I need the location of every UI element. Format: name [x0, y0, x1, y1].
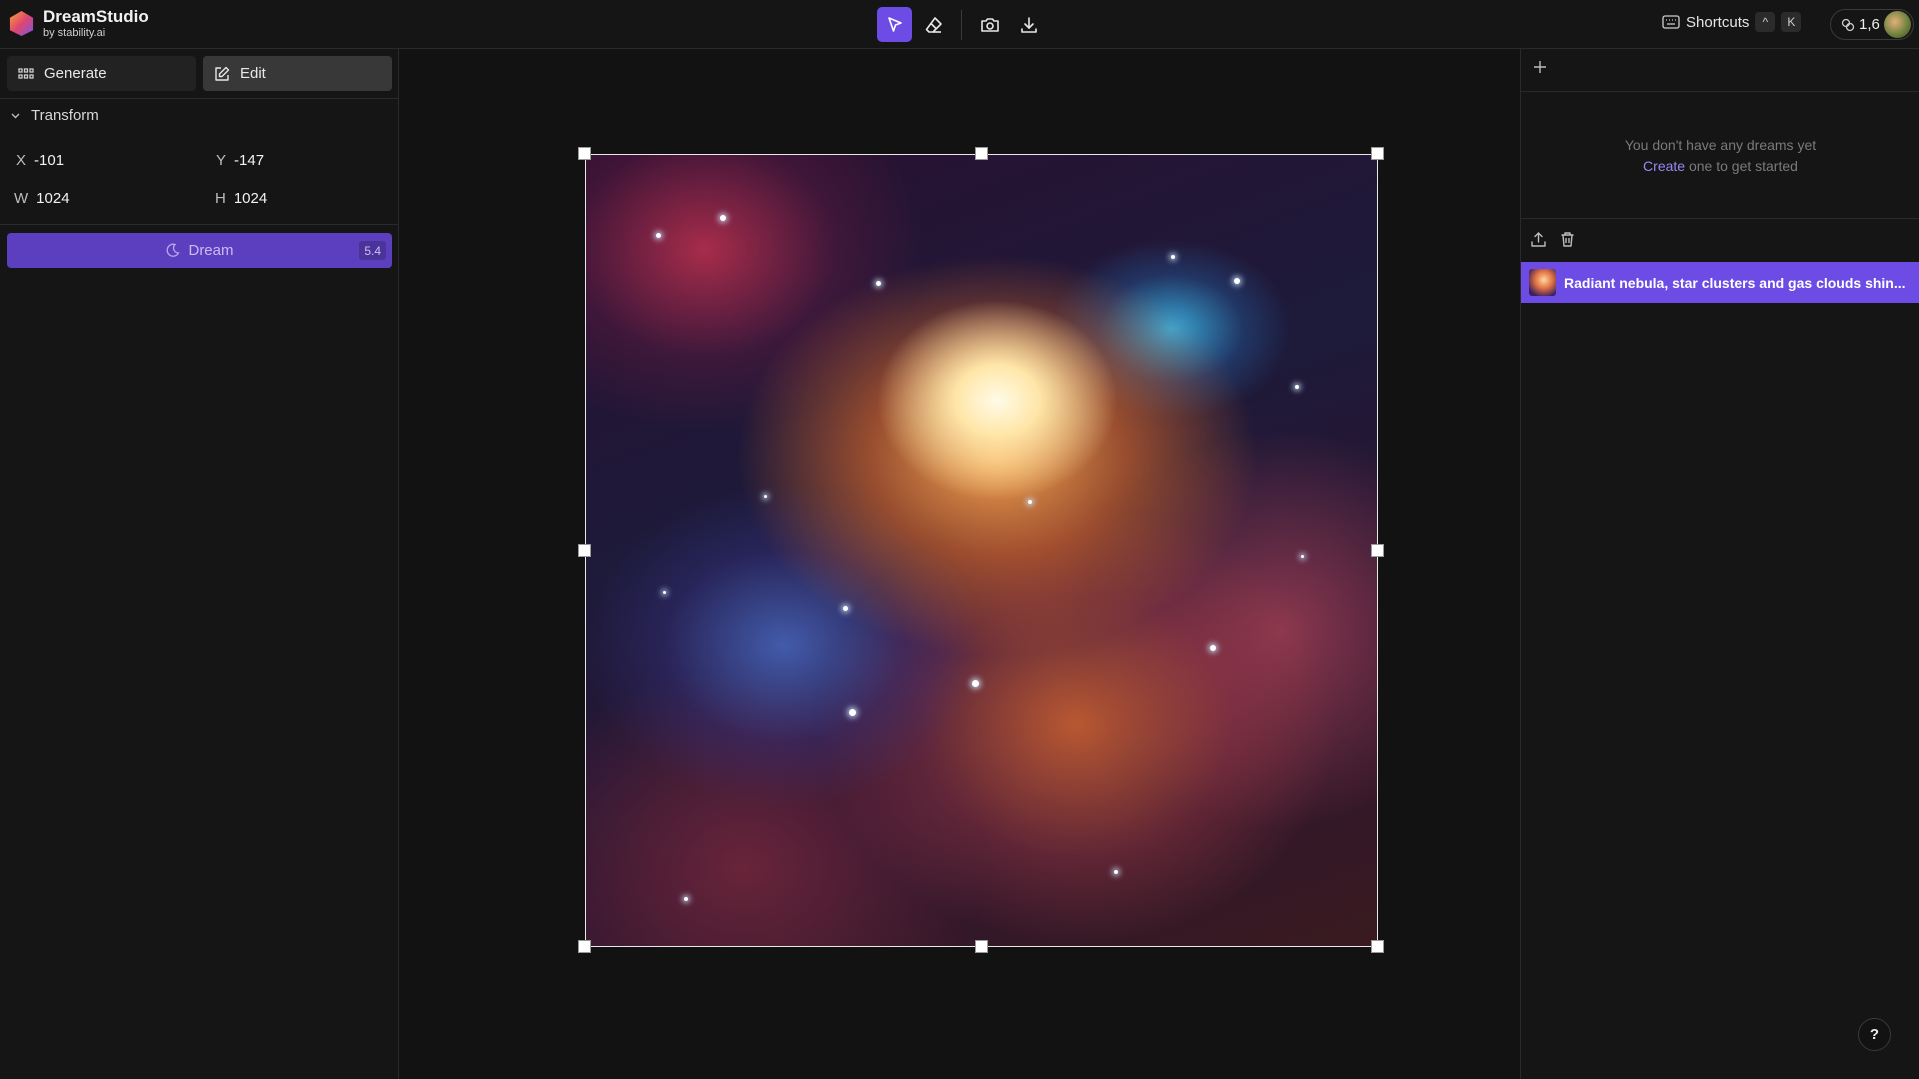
y-field[interactable]: Y -147	[216, 152, 264, 169]
image-star	[972, 680, 979, 687]
download-button[interactable]	[1011, 7, 1046, 42]
image-star	[849, 709, 856, 716]
plus-icon	[1534, 61, 1546, 73]
right-panel: You don't have any dreams yet Create one…	[1520, 49, 1919, 1079]
help-label: ?	[1869, 1026, 1880, 1043]
create-link[interactable]: Create	[1643, 158, 1685, 174]
empty-line-1: You don't have any dreams yet	[1624, 137, 1817, 153]
image-star	[1028, 500, 1032, 504]
resize-handle-bottom[interactable]	[975, 940, 988, 953]
image-star	[663, 591, 666, 594]
resize-handle-top-right[interactable]	[1371, 147, 1384, 160]
trash-icon	[1561, 232, 1574, 247]
delete-button[interactable]	[1558, 230, 1577, 249]
transform-section-toggle[interactable]: Transform	[10, 107, 99, 124]
resize-handle-top[interactable]	[975, 147, 988, 160]
list-item[interactable]: Radiant nebula, star clusters and gas cl…	[1521, 262, 1919, 303]
panel-divider	[0, 224, 399, 225]
toolbar-divider	[961, 9, 962, 40]
image-star	[1171, 255, 1175, 259]
left-panel: Generate Edit Transform X -101 Y -147 W …	[0, 49, 399, 1079]
grid-icon	[18, 67, 34, 79]
w-label: W	[14, 190, 29, 207]
chevron-down-icon	[11, 113, 20, 119]
section-title: Transform	[31, 107, 99, 124]
dream-cost-badge: 5.4	[359, 241, 386, 260]
dream-thumbnail	[1529, 269, 1556, 296]
empty-dreams-message: You don't have any dreams yet Create one…	[1521, 135, 1919, 177]
dream-button-label: Dream	[188, 242, 234, 259]
image-star	[1301, 555, 1304, 558]
shortcuts-button[interactable]: Shortcuts ^ K	[1662, 12, 1802, 32]
dream-button[interactable]: Dream 5.4	[7, 233, 392, 268]
image-star	[720, 215, 726, 221]
resize-handle-top-left[interactable]	[578, 147, 591, 160]
dream-actions	[1529, 230, 1577, 249]
image-star	[764, 495, 767, 498]
panel-divider	[0, 98, 399, 99]
image-star	[1234, 278, 1240, 284]
x-field[interactable]: X -101	[16, 152, 64, 169]
credits-icon	[1841, 18, 1855, 31]
download-icon	[1020, 16, 1037, 33]
x-label: X	[16, 152, 27, 169]
x-value: -101	[34, 152, 65, 169]
upload-icon	[1531, 232, 1546, 247]
mode-tabs: Generate Edit	[7, 56, 392, 91]
add-dream-button[interactable]	[1529, 57, 1551, 79]
user-avatar[interactable]	[1884, 11, 1911, 38]
camera-icon	[980, 17, 999, 32]
height-field[interactable]: H 1024	[215, 190, 267, 207]
panel-divider	[1521, 218, 1919, 219]
image-star	[1114, 870, 1118, 874]
help-button[interactable]: ?	[1858, 1018, 1891, 1051]
image-star	[1210, 645, 1216, 651]
tab-generate[interactable]: Generate	[7, 56, 196, 91]
w-value: 1024	[36, 190, 70, 207]
select-tool-button[interactable]	[877, 7, 912, 42]
moon-icon	[167, 243, 181, 257]
snapshot-button[interactable]	[972, 7, 1007, 42]
app-subtitle: by stability.ai	[43, 26, 106, 39]
image-star	[684, 897, 688, 901]
image-star	[876, 281, 881, 286]
eraser-icon	[925, 16, 942, 33]
image-star	[1295, 385, 1299, 389]
top-bar: DreamStudio by stability.ai Shortcuts ^ …	[0, 0, 1919, 49]
image-star	[843, 606, 848, 611]
shortcut-key-ctrl: ^	[1755, 12, 1776, 32]
canvas-tools	[877, 7, 1046, 42]
eraser-tool-button[interactable]	[916, 7, 951, 42]
dream-item-title: Radiant nebula, star clusters and gas cl…	[1564, 274, 1906, 291]
shortcuts-label: Shortcuts	[1686, 13, 1750, 31]
nebula-image[interactable]	[585, 154, 1378, 947]
y-label: Y	[216, 152, 227, 169]
empty-line-2: one to get started	[1685, 158, 1798, 174]
panel-divider	[1521, 91, 1919, 92]
app-title: DreamStudio	[43, 7, 149, 26]
resize-handle-bottom-right[interactable]	[1371, 940, 1384, 953]
tab-edit-label: Edit	[240, 65, 266, 82]
resize-handle-left[interactable]	[578, 544, 591, 557]
y-value: -147	[234, 152, 265, 169]
h-value: 1024	[233, 190, 268, 207]
upload-button[interactable]	[1529, 230, 1548, 249]
tab-generate-label: Generate	[44, 65, 107, 82]
keyboard-icon	[1662, 15, 1680, 29]
width-field[interactable]: W 1024	[14, 190, 70, 207]
image-star	[656, 233, 661, 238]
credits-value: 1,6	[1859, 16, 1880, 33]
cursor-icon	[887, 16, 902, 32]
app-logo[interactable]: DreamStudio by stability.ai	[8, 7, 149, 39]
edit-icon	[215, 66, 230, 81]
tab-edit[interactable]: Edit	[203, 56, 392, 91]
h-label: H	[215, 190, 226, 207]
resize-handle-right[interactable]	[1371, 544, 1384, 557]
dreamstudio-logo-icon	[9, 10, 34, 36]
shortcut-key-k: K	[1781, 12, 1802, 32]
resize-handle-bottom-left[interactable]	[578, 940, 591, 953]
